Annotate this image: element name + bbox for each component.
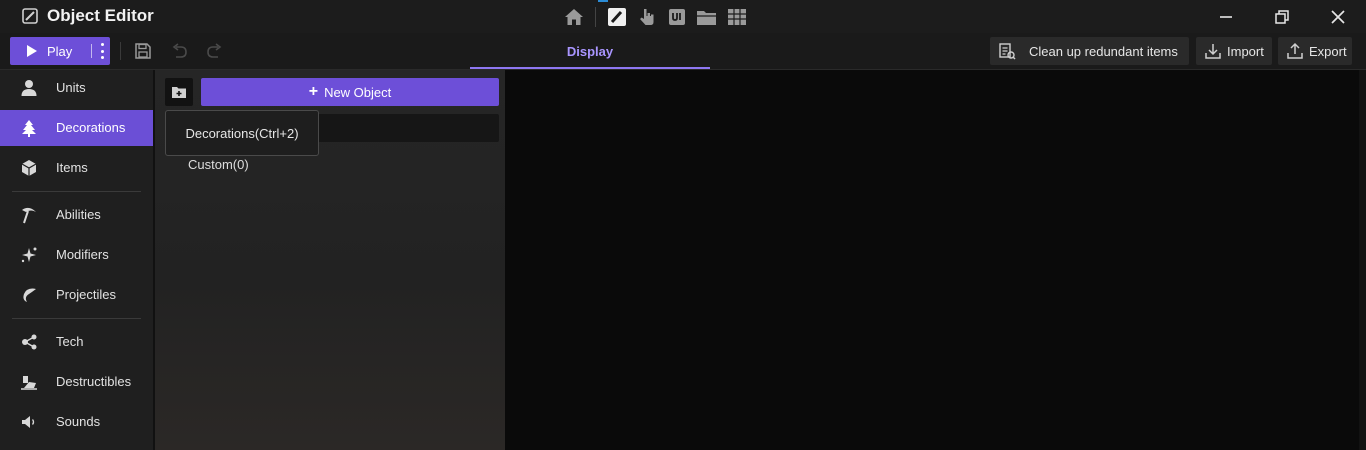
sidebar-item-label: Tech (56, 334, 84, 349)
sidebar-item-label: Projectiles (56, 287, 116, 302)
toolbar-separator (120, 42, 121, 60)
sidebar-item-label: Destructibles (56, 374, 132, 389)
save-icon[interactable] (134, 42, 152, 60)
app-logo-icon (22, 8, 38, 24)
sidebar-item-label: Sounds (56, 414, 101, 429)
minimize-icon (1220, 15, 1232, 18)
pointer-hand-icon[interactable] (634, 4, 660, 30)
sidebar-item-units[interactable]: Units (0, 70, 153, 106)
mode-separator (595, 7, 596, 27)
import-icon (1205, 44, 1221, 59)
restore-icon (1275, 9, 1289, 24)
new-object-label: New Object (324, 84, 392, 100)
toolbar: Play Display Clean up redundant items Im… (0, 33, 1366, 70)
import-button[interactable]: Import (1196, 37, 1272, 65)
object-list-panel: + New Object Decorations(Ctrl+2) Custom(… (153, 70, 505, 450)
undo-icon[interactable] (170, 42, 188, 60)
play-separator (91, 44, 92, 58)
sidebar-item-tech[interactable]: Tech (0, 324, 153, 360)
import-label: Import (1227, 43, 1264, 59)
minimize-button[interactable] (1198, 0, 1254, 33)
title-bar: Object Editor (0, 0, 1366, 33)
export-label: Export (1309, 43, 1347, 59)
clean-up-icon (999, 43, 1016, 60)
category-tooltip: Decorations(Ctrl+2) (165, 110, 319, 156)
more-options-icon[interactable] (98, 43, 106, 59)
ui-icon[interactable] (664, 4, 690, 30)
clean-up-label: Clean up redundant items (1029, 43, 1178, 59)
sidebar-divider (12, 318, 141, 319)
clean-up-button[interactable]: Clean up redundant items (990, 37, 1189, 65)
play-icon (27, 45, 37, 57)
sidebar-item-label: Units (56, 80, 86, 95)
redo-icon[interactable] (206, 42, 224, 60)
tree-item-custom[interactable]: Custom(0) (188, 157, 249, 172)
sidebar-item-destructibles[interactable]: Destructibles (0, 364, 153, 400)
sidebar-item-items[interactable]: Items (0, 150, 153, 186)
table-icon[interactable] (724, 4, 750, 30)
tree-icon (22, 120, 36, 137)
rubble-icon (21, 376, 37, 390)
sidebar-item-decorations[interactable]: Decorations (0, 110, 153, 146)
sidebar-item-projectiles[interactable]: Projectiles (0, 277, 153, 313)
scrollbar[interactable] (1359, 70, 1366, 450)
new-object-button[interactable]: + New Object (201, 78, 499, 106)
restore-button[interactable] (1254, 0, 1310, 33)
play-button[interactable]: Play (10, 37, 110, 65)
sidebar-item-label: Decorations (56, 120, 126, 135)
category-sidebar: Units Decorations Items Abilities Modifi… (0, 70, 153, 450)
cube-icon (21, 160, 37, 176)
mode-switcher (561, 4, 754, 30)
nodes-icon (22, 334, 37, 350)
home-active-indicator (598, 0, 608, 2)
sparkle-icon (21, 247, 37, 263)
app-title: Object Editor (47, 6, 154, 25)
new-folder-button[interactable] (165, 78, 193, 106)
export-button[interactable]: Export (1278, 37, 1352, 65)
user-icon (21, 80, 37, 96)
sidebar-item-abilities[interactable]: Abilities (0, 197, 153, 233)
preview-viewport[interactable] (505, 70, 1366, 450)
close-icon (1331, 9, 1345, 24)
play-label: Play (47, 43, 73, 59)
tab-display[interactable]: Display (470, 33, 710, 69)
close-button[interactable] (1310, 0, 1366, 33)
sidebar-item-modifiers[interactable]: Modifiers (0, 237, 153, 273)
export-icon (1287, 42, 1303, 59)
folder-add-icon (172, 87, 186, 98)
sidebar-item-sounds[interactable]: Sounds (0, 404, 153, 440)
folder-icon[interactable] (694, 4, 720, 30)
pickaxe-icon (22, 207, 36, 224)
sidebar-divider (12, 191, 141, 192)
sidebar-item-label: Modifiers (56, 247, 109, 262)
brush-icon[interactable] (604, 4, 630, 30)
swirl-icon (23, 288, 36, 302)
sidebar-item-label: Abilities (56, 207, 101, 222)
home-icon[interactable] (561, 4, 587, 30)
plus-icon: + (308, 83, 319, 100)
sidebar-item-label: Items (56, 160, 88, 175)
speaker-icon (22, 416, 35, 428)
